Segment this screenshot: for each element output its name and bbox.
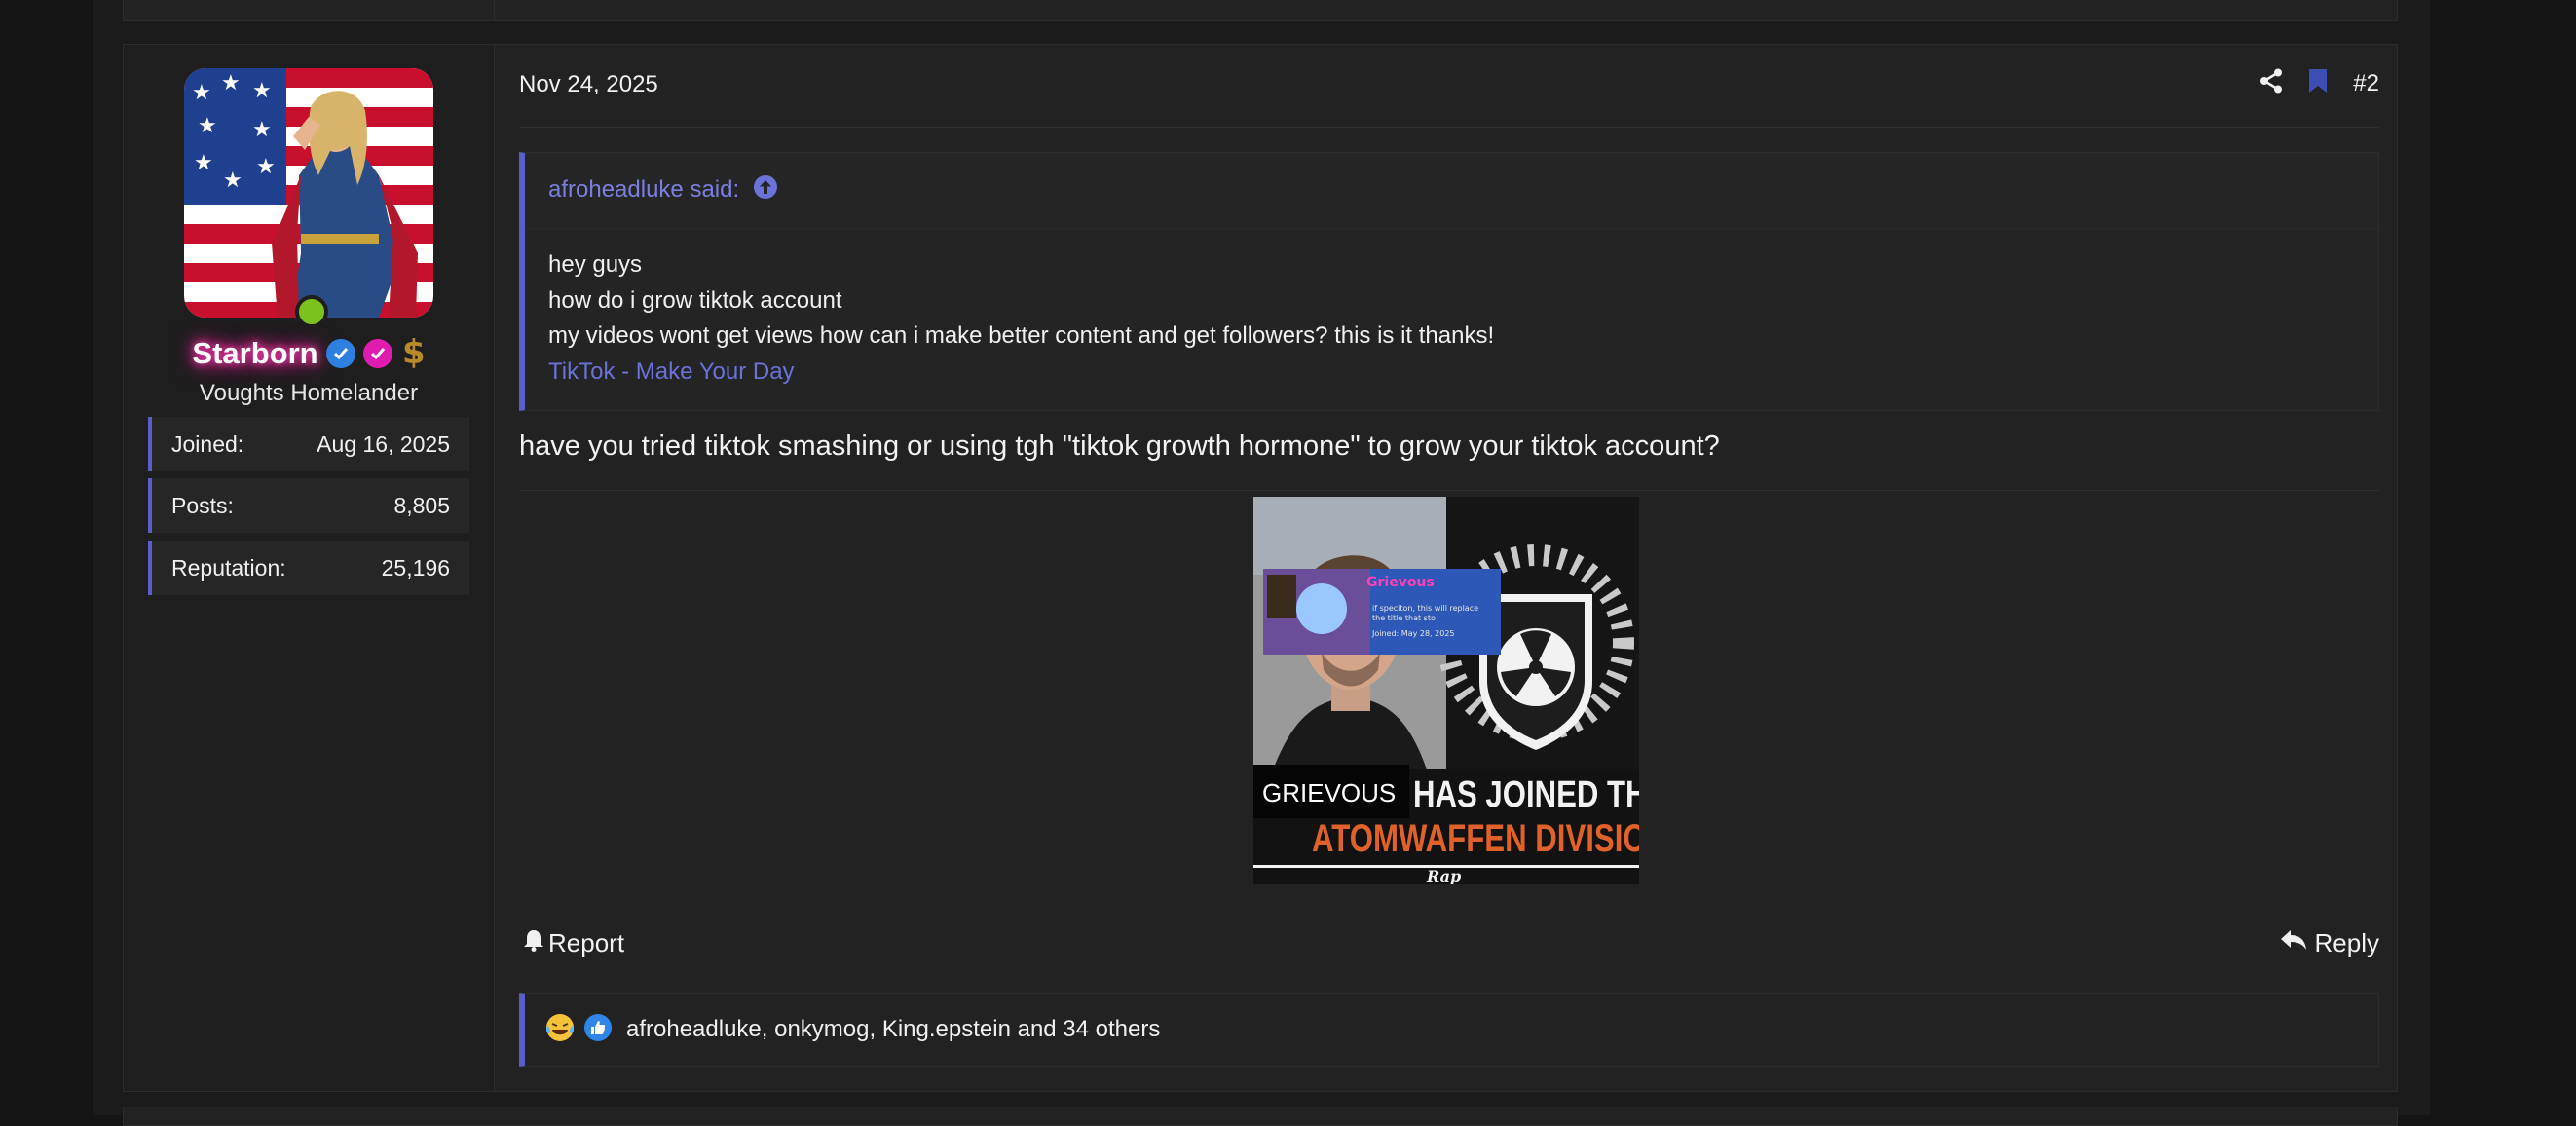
reply-label: Reply [2314, 928, 2379, 957]
arrow-up-circle-icon[interactable] [753, 174, 778, 205]
laughing-crying-emoji-icon [544, 1012, 576, 1048]
stat-joined: Joined: Aug 16, 2025 [148, 417, 469, 471]
previous-post-divider [494, 0, 495, 21]
reply-button[interactable]: Reply [2280, 928, 2379, 958]
previous-post [123, 0, 2398, 21]
stat-reputation: Reputation: 25,196 [148, 541, 469, 595]
dollar-icon: $ [400, 333, 426, 374]
svg-text:★: ★ [252, 118, 272, 142]
quote-block: afroheadluke said: hey guys how do i gro… [519, 152, 2379, 411]
post-image-graphic: Grievous if speciton, this will replace … [1253, 497, 1639, 884]
post-number[interactable]: #2 [2353, 70, 2379, 97]
quote-body: hey guys how do i grow tiktok account my… [525, 229, 2378, 410]
share-icon[interactable] [2259, 68, 2283, 98]
svg-text:★: ★ [198, 114, 217, 138]
quote-line: hey guys [548, 251, 643, 278]
inset-joined: Joined: May 28, 2025 [1371, 629, 1455, 638]
stat-value: 8,805 [393, 492, 450, 518]
avatar[interactable]: ★ ★ ★ ★ ★ ★ ★ ★ [184, 68, 433, 318]
next-post [123, 1107, 2398, 1126]
image-headline: HAS JOINED THE [1413, 774, 1639, 815]
reactions-bar[interactable]: afroheadluke, onkymog, King.epstein and … [519, 993, 2379, 1067]
username-row: Starborn $ [124, 333, 494, 374]
svg-text:★: ★ [223, 169, 243, 193]
user-title: Voughts Homelander [199, 380, 419, 406]
checkmark-badge-icon [362, 339, 392, 368]
stat-label: Posts: [171, 492, 234, 518]
stat-value: 25,196 [381, 554, 450, 581]
stat-posts: Posts: 8,805 [148, 478, 469, 533]
post-image[interactable]: Grievous if speciton, this will replace … [1253, 497, 1639, 884]
post-main: Nov 24, 2025 #2 afroheadluke said: hey g… [519, 45, 2379, 1091]
svg-text:$: $ [402, 334, 426, 369]
content-divider [519, 490, 2379, 491]
quote-link[interactable]: TikTok - Make Your Day [548, 355, 2355, 391]
inset-text: if speciton, this will replace [1372, 604, 1478, 613]
verified-icon [325, 339, 355, 368]
image-headline-secondary: ATOMWAFFEN DIVISION [1312, 816, 1639, 860]
svg-text:★: ★ [256, 155, 276, 179]
svg-text:★: ★ [194, 151, 213, 175]
stat-value: Aug 16, 2025 [317, 431, 450, 457]
image-signature: Rap [1426, 867, 1461, 884]
inset-text: the title that sto [1372, 614, 1436, 622]
stat-label: Joined: [171, 431, 244, 457]
image-name-label: GRIEVOUS [1262, 778, 1396, 807]
reply-icon [2280, 928, 2307, 958]
forum-post: ★ ★ ★ ★ ★ ★ ★ ★ Starborn $ Voughts Homel… [123, 44, 2398, 1092]
svg-text:★: ★ [252, 79, 272, 103]
header-divider [519, 127, 2379, 128]
quote-line: how do i grow tiktok account [548, 286, 842, 314]
quote-author[interactable]: afroheadluke said: [548, 176, 739, 204]
like-icon [583, 1013, 613, 1047]
post-body-text: have you tried tiktok smashing or using … [519, 431, 1720, 462]
post-tools: #2 [2259, 68, 2379, 98]
svg-text:★: ★ [221, 71, 241, 95]
report-button[interactable]: Report [523, 928, 624, 958]
bell-icon [523, 928, 544, 958]
reaction-users[interactable]: afroheadluke, onkymog, King.epstein and … [626, 1016, 1160, 1043]
bookmark-icon[interactable] [2308, 68, 2328, 98]
online-status-indicator [295, 295, 328, 328]
report-label: Report [548, 928, 625, 957]
user-info-panel: ★ ★ ★ ★ ★ ★ ★ ★ Starborn $ Voughts Homel… [124, 45, 495, 1091]
inset-username: Grievous [1366, 575, 1435, 590]
quote-header: afroheadluke said: [548, 174, 778, 205]
post-date[interactable]: Nov 24, 2025 [519, 71, 658, 98]
username[interactable]: Starborn [192, 336, 317, 371]
quote-line: my videos wont get views how can i make … [548, 322, 1495, 349]
svg-text:★: ★ [192, 81, 211, 105]
stat-label: Reputation: [171, 554, 286, 581]
